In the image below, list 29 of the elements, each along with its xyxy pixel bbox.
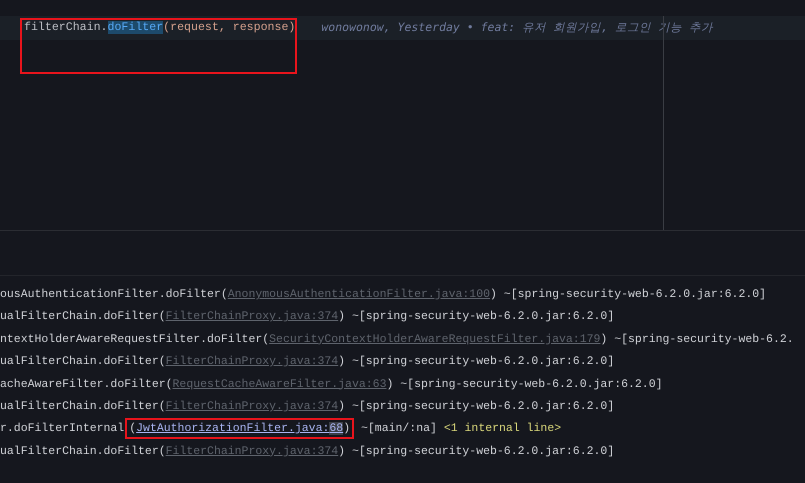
stack-trace-text: ualFilterChain.doFilter( <box>0 444 166 458</box>
source-link[interactable]: FilterChainProxy.java:374 <box>166 355 338 368</box>
stack-trace-text: ualFilterChain.doFilter( <box>0 355 166 368</box>
code-line: filterChain.doFilter(request, response) <box>24 20 296 36</box>
stack-trace-text: ntextHolderAwareRequestFilter.doFilter( <box>0 332 270 346</box>
stack-trace-text: r.doFilterInternal <box>0 422 124 436</box>
stack-trace-text: ) ~[spring-security-web-6.2.0.jar:6.2.0] <box>386 378 663 391</box>
stack-trace-text: ualFilterChain.doFilter( <box>0 400 166 413</box>
source-link[interactable]: FilterChainProxy.java:374 <box>166 400 338 413</box>
stack-trace-text: ) ~[spring-security-web-6.2.0.jar:6.2.0] <box>338 400 614 413</box>
git-blame-annotation: wonowonow, Yesterday • feat: 유저 회원가입, 로그인 기능 추가 <box>321 19 713 36</box>
stack-trace-text: acheAwareFilter.doFilter( <box>0 378 173 391</box>
stack-trace-text: ousAuthenticationFilter.doFilter( <box>0 288 228 301</box>
stack-trace-text: ) ~[spring-security-web-6.2.0.jar:6.2.0] <box>490 288 766 301</box>
stack-trace-text: ~[main/:na] <box>360 422 438 436</box>
stack-trace-text: ( <box>129 422 136 436</box>
stack-trace-text: ) ~[spring-security-web-6.2.0.jar:6.2.0] <box>338 355 614 368</box>
stack-trace-text: ) <box>343 422 350 436</box>
source-link[interactable]: FilterChainProxy.java:374 <box>166 444 338 458</box>
internal-lines-link[interactable]: <1 internal line> <box>444 422 562 436</box>
stack-trace-text: ) ~[spring-security-web-6.2.0.jar:6.2.0] <box>338 444 614 458</box>
stack-trace-text: ualFilterChain.doFilter( <box>0 310 166 324</box>
stack-trace-text: ) ~[spring-security-web-6.2. <box>600 332 794 346</box>
stack-trace-text: ) ~[spring-security-web-6.2.0.jar:6.2.0] <box>338 310 614 324</box>
source-link[interactable]: JwtAuthorizationFilter.java:68 <box>136 422 344 436</box>
source-link[interactable]: AnonymousAuthenticationFilter.java:100 <box>228 288 490 301</box>
source-link[interactable]: SecurityContextHolderAwareRequestFilter.java:179 <box>269 332 600 346</box>
source-link[interactable]: RequestCacheAwareFilter.java:63 <box>172 378 386 391</box>
source-link[interactable]: FilterChainProxy.java:374 <box>166 310 338 324</box>
